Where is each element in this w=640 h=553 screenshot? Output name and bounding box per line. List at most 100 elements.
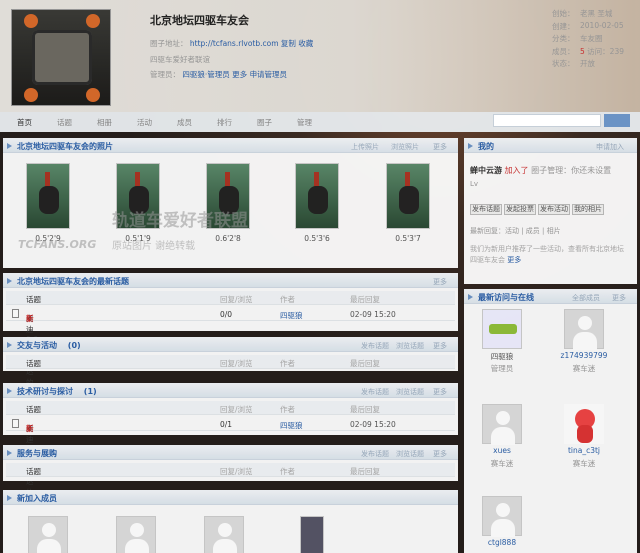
my-level: Lv [470, 180, 479, 188]
section-arrow-icon [468, 294, 473, 300]
visitor-avatar[interactable] [482, 309, 522, 349]
photos-more-link[interactable]: 更多 [433, 142, 447, 152]
tab-home[interactable]: 首页 [17, 117, 32, 128]
group-header: 北京地坛四驱车友会 圈子地址： http://tcfans.rlvotb.com… [0, 0, 640, 112]
section-arrow-icon [7, 495, 12, 501]
section-more-link[interactable]: 更多 [433, 387, 447, 397]
visitor-avatar[interactable] [482, 404, 522, 445]
latest-topics-title: 北京地坛四驱车友会的最新话题 [17, 277, 129, 286]
table-row[interactable]: 奥迪0.6与马达的制作 新 0/1四驱狼02-09 15:20 [6, 417, 455, 519]
visitor-name[interactable]: 四驱狼 [472, 351, 532, 362]
post-event-button[interactable]: 发布活动 [538, 204, 570, 215]
tab-groups[interactable]: 圈子 [257, 117, 272, 128]
stat-members: 成员： 5 访问：239 [552, 47, 624, 56]
stat-category: 分类： 车友圈 [552, 34, 603, 43]
member-avatar[interactable] [116, 516, 156, 553]
visitor-name[interactable]: z174939799 [554, 351, 614, 360]
new-members-panel: 新加入成员 [3, 490, 458, 553]
section-more-link[interactable]: 更多 [433, 449, 447, 459]
more-link[interactable]: 更多 [507, 256, 521, 264]
stat-created: 创建： 2010-02-05 [552, 21, 624, 31]
join-group-link[interactable]: 申请加入 [596, 142, 624, 152]
section-social: 交友与活动 (0) 发布话题 浏览话题 更多 话题 回复/浏览 作者 最后回复 [3, 337, 458, 371]
member-avatar[interactable] [28, 516, 68, 553]
visitor-avatar[interactable] [564, 309, 604, 350]
my-panel: 我的 申请加入 蝉中云游 加入了 圈子管理：你还未设置 Lv 发布话题 发起投票… [464, 138, 637, 284]
my-info: 蝉中云游 加入了 圈子管理：你还未设置 [470, 166, 612, 175]
browse-topic-link[interactable]: 浏览话题 [396, 387, 424, 397]
tab-ranking[interactable]: 排行 [217, 117, 232, 128]
visitor-name[interactable]: ctgl888 [472, 538, 532, 547]
stat-status: 状态： 开放 [552, 59, 595, 68]
admin-link[interactable]: 四驱狼·管理员 [182, 70, 229, 79]
visitor-avatar[interactable] [482, 496, 522, 537]
browse-topic-link[interactable]: 浏览话题 [396, 341, 424, 351]
table-header: 话题 回复/浏览 作者 最后回复 [6, 355, 455, 369]
stat-creator: 创始： 老黑 圣城 [552, 9, 613, 18]
table-header: 话题 回复/浏览 作者 最后回复 [6, 463, 455, 477]
latest-topics-panel: 北京地坛四驱车友会的最新话题 更多 话题回复/浏览作者最后回复 奥迪0.6与马达… [3, 273, 458, 409]
watermark-brand: TCFANS.ORG [18, 238, 97, 251]
section-arrow-icon [468, 143, 473, 149]
upload-photo-link[interactable]: 上传照片 [351, 142, 379, 152]
more-admins-link[interactable]: 更多 [232, 70, 247, 79]
start-vote-button[interactable]: 发起投票 [504, 204, 536, 215]
section-services: 服务与展购 发布话题 浏览话题 更多 话题 回复/浏览 作者 最后回复 [3, 445, 458, 481]
tab-albums[interactable]: 相册 [97, 117, 112, 128]
section-arrow-icon [7, 388, 12, 394]
favorite-link[interactable]: 收藏 [298, 39, 313, 48]
my-links: 最新回复：活动 | 成员 | 相片 [470, 227, 561, 235]
tab-members[interactable]: 成员 [177, 117, 192, 128]
post-topic-button[interactable]: 发布话题 [470, 204, 502, 215]
copy-link[interactable]: 复制 [281, 39, 296, 48]
table-header: 话题 回复/浏览 作者 最后回复 [6, 291, 455, 305]
photo-caption: 0.6'2'8 [215, 234, 241, 243]
visitor-name[interactable]: tina_c3tj [554, 446, 614, 455]
visitor-avatar[interactable] [564, 404, 604, 444]
photos-title: 北京地坛四驱车友会的照片 [17, 142, 113, 151]
visitors-more-link[interactable]: 更多 [612, 293, 626, 303]
document-icon [12, 419, 19, 428]
search-input[interactable] [493, 114, 601, 127]
all-members-link[interactable]: 全部成员 [572, 293, 600, 303]
table-row[interactable]: 奥迪0.6与马达的制作 新 0/0四驱狼02-09 15:20 [6, 307, 455, 409]
tab-events[interactable]: 活动 [137, 117, 152, 128]
group-admin-row: 管理员： 四驱狼·管理员 更多 申请管理员 [150, 70, 288, 79]
visitor-name[interactable]: xues [472, 446, 532, 455]
photo-thumbnail[interactable] [386, 163, 430, 229]
search-button[interactable] [604, 114, 630, 127]
group-description: 四驱车爱好者联谊 [150, 55, 210, 64]
document-icon [12, 309, 19, 318]
post-topic-link[interactable]: 发布话题 [361, 387, 389, 397]
author-link[interactable]: 四驱狼 [280, 310, 303, 321]
group-site-row: 圈子地址： http://tcfans.rlvotb.com 复制 收藏 [150, 39, 314, 48]
photo-caption: 0.5'3'6 [304, 234, 330, 243]
apply-admin-link[interactable]: 申请管理员 [250, 70, 288, 79]
recommend-note: 我们为新用户推荐了一些活动，查看所有北京地坛四驱车友会 更多 [470, 245, 624, 264]
member-avatar[interactable] [300, 516, 324, 553]
section-tech: 技术研讨与探讨 (1) 发布话题 浏览话题 更多 话题 回复/浏览 作者 最后回复 奥… [3, 383, 458, 519]
member-avatar[interactable] [204, 516, 244, 553]
photo-caption: 0.5'3'7 [395, 234, 421, 243]
group-title: 北京地坛四驱车友会 [150, 14, 249, 27]
section-arrow-icon [7, 342, 12, 348]
post-topic-link[interactable]: 发布话题 [361, 449, 389, 459]
group-site-link[interactable]: http://tcfans.rlvotb.com [190, 39, 279, 48]
section-arrow-icon [7, 450, 12, 456]
my-photos-button[interactable]: 我的相片 [572, 204, 604, 215]
topics-more-link[interactable]: 更多 [433, 277, 447, 287]
section-more-link[interactable]: 更多 [433, 341, 447, 351]
author-link[interactable]: 四驱狼 [280, 420, 303, 431]
tab-manage[interactable]: 管理 [297, 117, 312, 128]
post-topic-link[interactable]: 发布话题 [361, 341, 389, 351]
photo-thumbnail[interactable] [295, 163, 339, 229]
tab-topics[interactable]: 话题 [57, 117, 72, 128]
section-arrow-icon [7, 278, 12, 284]
photo-thumbnail[interactable] [26, 163, 70, 229]
watermark-site: 轨道车爱好者联盟 [112, 211, 248, 231]
group-logo [11, 9, 111, 106]
visitors-panel: 最新访问与在线 全部成员 更多 四驱狼 管理员 z174939799 赛车迷 x… [464, 289, 637, 553]
table-header: 话题 回复/浏览 作者 最后回复 [6, 401, 455, 415]
browse-topic-link[interactable]: 浏览话题 [396, 449, 424, 459]
browse-photo-link[interactable]: 浏览照片 [391, 142, 419, 152]
